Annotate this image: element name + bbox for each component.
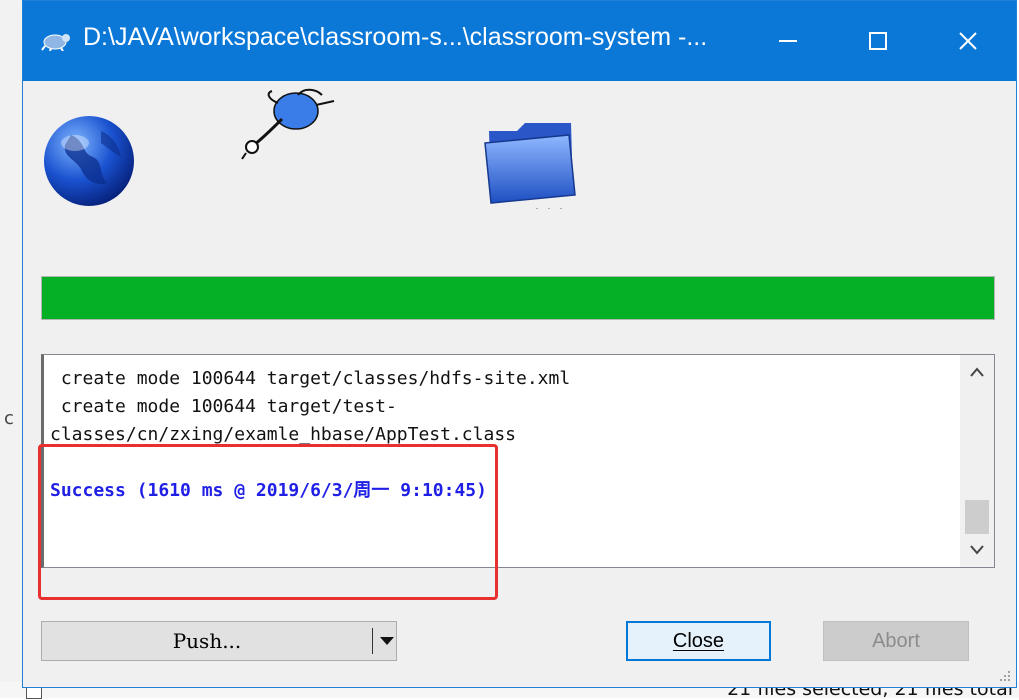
scroll-up-button[interactable] (960, 355, 994, 389)
resize-grip-icon[interactable] (996, 667, 1012, 683)
jumping-figure-icon (241, 88, 335, 160)
minimize-icon (779, 40, 797, 42)
title-bar[interactable]: D:\JAVA\workspace\classroom-s...\classro… (23, 1, 1016, 81)
log-line: create mode 100644 target/test- (50, 396, 397, 417)
split-separator (372, 628, 373, 654)
abort-button-label: Abort (872, 629, 920, 652)
progress-dialog: D:\JAVA\workspace\classroom-s...\classro… (22, 0, 1017, 688)
dropdown-arrow-icon (380, 637, 394, 645)
log-scrollbar[interactable] (960, 355, 994, 567)
progress-fill (42, 277, 994, 319)
log-line: create mode 100644 target/classes/hdfs-s… (50, 368, 571, 389)
maximize-button[interactable] (833, 1, 923, 81)
tortoise-git-icon (41, 34, 70, 51)
close-button-label: Close (672, 629, 725, 652)
close-icon (959, 32, 977, 50)
scroll-down-button[interactable] (960, 533, 994, 567)
push-split-button[interactable]: Push... (41, 621, 397, 661)
push-button[interactable]: Push... (42, 622, 372, 660)
folder-icon (484, 123, 576, 209)
scroll-thumb[interactable] (965, 500, 989, 534)
minimize-button[interactable] (743, 1, 833, 81)
abort-button[interactable]: Abort (823, 621, 969, 661)
progress-bar (41, 276, 995, 320)
background-marker: c (4, 408, 14, 429)
background-window-edge (0, 0, 22, 698)
chevron-up-icon (970, 367, 984, 377)
annotation-highlight-box (38, 444, 498, 600)
window-title: D:\JAVA\workspace\classroom-s...\classro… (83, 23, 708, 51)
close-button[interactable]: Close (626, 621, 771, 661)
push-dropdown-button[interactable] (378, 622, 396, 660)
maximize-icon (869, 32, 887, 50)
close-window-button[interactable] (923, 1, 1013, 81)
chevron-down-icon (970, 545, 984, 555)
globe-icon (44, 116, 134, 206)
